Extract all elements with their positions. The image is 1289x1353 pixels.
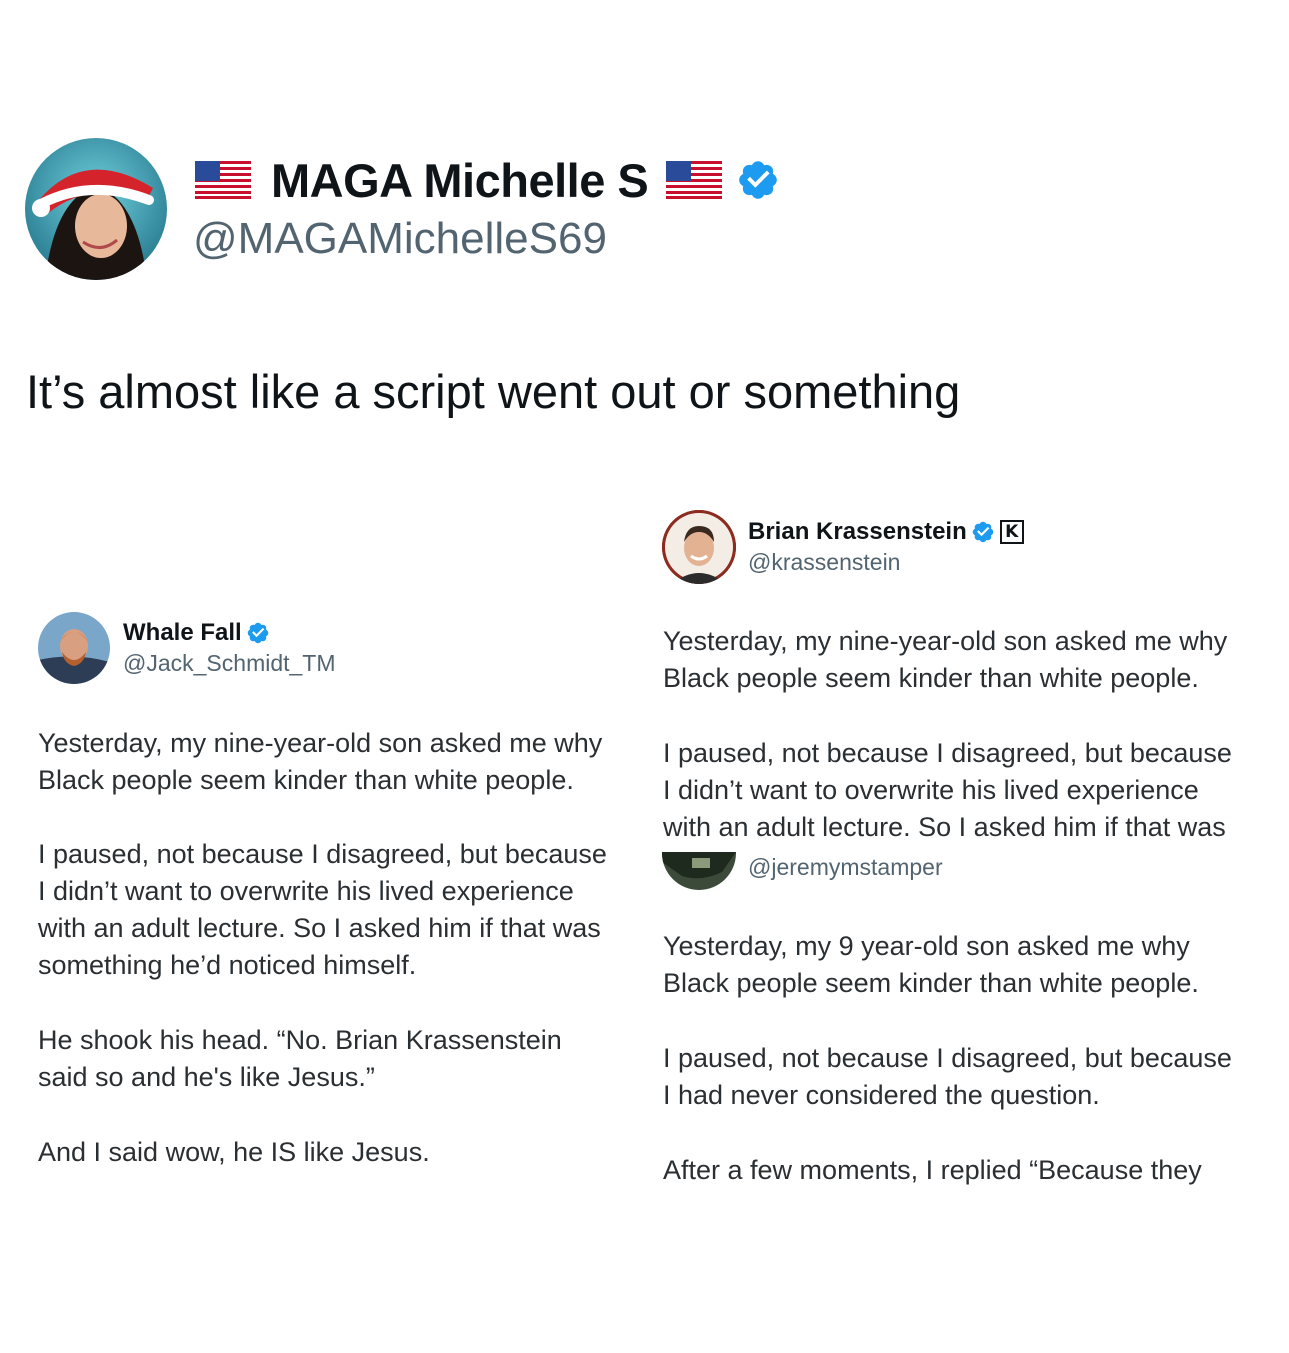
tweet-text: It’s almost like a script went out or so… — [26, 365, 961, 418]
krassenstein-name[interactable]: Brian Krassenstein — [748, 518, 967, 546]
whale-fall-avatar[interactable] — [38, 612, 110, 684]
left-paragraph-4: And I said wow, he IS like Jesus. — [38, 1137, 430, 1167]
us-flag-icon — [195, 161, 251, 199]
left-paragraph-1: Yesterday, my nine-year-old son asked me… — [38, 728, 603, 795]
left-paragraph-2: I paused, not because I disagreed, but b… — [38, 839, 607, 980]
main-avatar[interactable] — [25, 138, 167, 280]
jeremymstamper-avatar[interactable] — [662, 852, 736, 890]
krassenstein-handle[interactable]: @krassenstein — [748, 549, 900, 576]
krassenstein-avatar[interactable] — [662, 510, 736, 584]
right-paragraph-2: I paused, not because I disagreed, but b… — [663, 738, 1232, 842]
whale-fall-name[interactable]: Whale Fall — [123, 619, 242, 647]
whale-fall-handle[interactable]: @Jack_Schmidt_TM — [123, 650, 336, 677]
affiliate-logo-icon: K — [999, 520, 1024, 544]
author-name[interactable]: MAGA Michelle S — [271, 153, 649, 208]
verified-badge-icon — [736, 158, 780, 202]
left-paragraph-3: He shook his head. “No. Brian Krassenste… — [38, 1025, 562, 1092]
verified-badge-icon — [246, 621, 270, 645]
right-paragraph-1: Yesterday, my nine-year-old son asked me… — [663, 626, 1228, 693]
jeremymstamper-handle[interactable]: @jeremymstamper — [748, 854, 943, 881]
nested-paragraph-2: I paused, not because I disagreed, but b… — [663, 1043, 1232, 1110]
nested-paragraph-3: After a few moments, I replied “Because … — [663, 1155, 1202, 1185]
verified-badge-icon — [971, 520, 995, 544]
nested-paragraph-1: Yesterday, my 9 year-old son asked me wh… — [663, 931, 1199, 998]
us-flag-icon — [666, 161, 723, 199]
author-handle[interactable]: @MAGAMichelleS69 — [193, 214, 607, 264]
